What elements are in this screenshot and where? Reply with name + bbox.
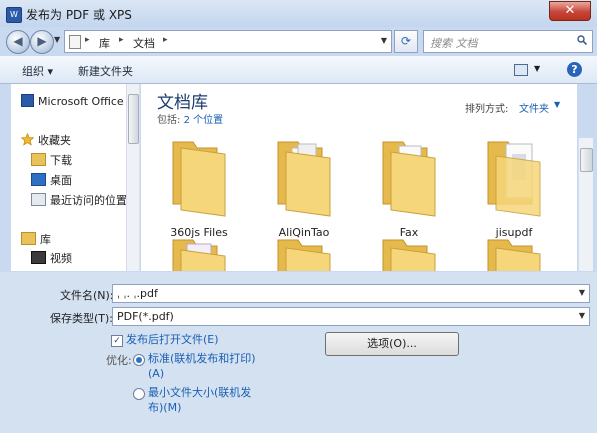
- library-title: 文档库: [157, 93, 208, 113]
- folder-item[interactable]: jisupdf: [474, 134, 554, 244]
- filename-input[interactable]: ˌ ˌ. ˌ.pdf ▼: [112, 284, 590, 303]
- nav-item-label: 最近访问的位置: [50, 194, 127, 207]
- address-row: ◀ ▶ ▼ ▸ 库 ▸ 文档 ▸ ▼ ⟳ 搜索 文档: [0, 27, 597, 55]
- save-dialog-window: W 发布为 PDF 或 XPS ✕ ◀ ▶ ▼ ▸ 库 ▸ 文档 ▸ ▼ ⟳ 搜…: [0, 0, 597, 433]
- search-placeholder: 搜索 文档: [430, 37, 478, 50]
- nav-item-desktop[interactable]: 桌面: [31, 172, 72, 188]
- new-folder-button[interactable]: 新建文件夹: [78, 63, 133, 79]
- nav-item-downloads[interactable]: 下载: [31, 152, 72, 168]
- folder-icon: [172, 141, 226, 217]
- filename-value: ˌ ˌ. ˌ.pdf: [117, 287, 158, 300]
- word-app-icon: W: [6, 7, 22, 23]
- open-after-publish-checkbox[interactable]: ✓: [111, 335, 123, 347]
- download-folder-icon: [31, 153, 46, 166]
- folder-item[interactable]: AliQinTao: [264, 134, 344, 244]
- refresh-button[interactable]: ⟳: [394, 30, 418, 53]
- desktop-icon: [31, 173, 46, 186]
- arrange-by-label: 排列方式:: [465, 104, 509, 115]
- star-icon: [20, 132, 35, 146]
- nav-item-office[interactable]: Microsoft Office W: [21, 94, 138, 108]
- breadcrumb-separator[interactable]: ▸: [85, 35, 90, 45]
- save-options-form: 文件名(N): ˌ ˌ. ˌ.pdf ▼ 保存类型(T): PDF(*.pdf)…: [0, 272, 597, 433]
- optimize-label: 优化:: [106, 354, 132, 367]
- nav-scroll-thumb[interactable]: [128, 94, 139, 144]
- folder-icon: [382, 239, 436, 271]
- nav-scrollbar[interactable]: [126, 84, 139, 271]
- organize-menu[interactable]: 组织 ▾: [22, 63, 53, 79]
- filetype-label: 保存类型(T):: [50, 312, 114, 325]
- recent-icon: [31, 193, 46, 206]
- standard-option-line1: 标准(联机发布和打印): [148, 352, 256, 365]
- video-icon: [31, 251, 46, 264]
- search-input[interactable]: 搜索 文档: [423, 30, 593, 53]
- nav-item-label: 桌面: [50, 174, 72, 187]
- minimum-size-option-line2: 布)(M): [148, 401, 182, 414]
- library-icon: [21, 232, 36, 245]
- nav-item-label: 视频: [50, 252, 72, 265]
- help-icon[interactable]: ?: [567, 62, 582, 77]
- back-button[interactable]: ◀: [6, 30, 30, 54]
- nav-item-label: 收藏夹: [38, 134, 71, 147]
- standard-option-line2: (A): [148, 367, 165, 380]
- nav-item-videos[interactable]: 视频: [31, 250, 72, 266]
- folder-item[interactable]: Fax: [369, 134, 449, 244]
- breadcrumb-documents[interactable]: 文档: [133, 35, 155, 51]
- folder-icon: [487, 141, 541, 217]
- file-list-pane: 文档库 包括: 2 个位置 排列方式: 文件夹 ▼ 360js Files Al…: [141, 84, 577, 271]
- folder-item[interactable]: [264, 234, 344, 271]
- filename-label: 文件名(N):: [60, 289, 114, 302]
- nav-item-label: 下载: [50, 154, 72, 167]
- breadcrumb-separator[interactable]: ▸: [163, 35, 168, 45]
- filetype-select[interactable]: PDF(*.pdf) ▼: [112, 307, 590, 326]
- folder-item[interactable]: [159, 234, 239, 271]
- folder-icon: [487, 239, 541, 271]
- word-icon: [21, 94, 34, 107]
- filename-dropdown[interactable]: ▼: [579, 288, 585, 297]
- minimum-size-option-line1: 最小文件大小(联机发: [148, 386, 252, 399]
- open-after-publish-label[interactable]: 发布后打开文件(E): [126, 332, 219, 347]
- includes-label: 包括:: [157, 115, 181, 126]
- folder-item[interactable]: 360js Files: [159, 134, 239, 244]
- filetype-value: PDF(*.pdf): [117, 310, 174, 323]
- view-dropdown[interactable]: ▼: [534, 64, 540, 73]
- library-includes: 包括: 2 个位置: [157, 111, 223, 126]
- breadcrumb-library[interactable]: 库: [99, 35, 110, 51]
- nav-item-label: Microsoft Office W: [38, 95, 139, 108]
- folder-icon: [382, 141, 436, 217]
- standard-radio[interactable]: [133, 354, 145, 366]
- options-button[interactable]: 选项(O)...: [325, 332, 459, 356]
- breadcrumb-separator[interactable]: ▸: [119, 35, 124, 45]
- address-dropdown[interactable]: ▼: [381, 36, 387, 45]
- minimum-size-radio[interactable]: [133, 388, 145, 400]
- navigation-pane: Microsoft Office W 收藏夹 下载 桌面 最近访问的位置 库 视…: [11, 84, 140, 271]
- nav-item-libraries[interactable]: 库: [21, 231, 51, 247]
- view-options-icon[interactable]: [514, 64, 528, 76]
- arrange-by-value[interactable]: 文件夹: [519, 100, 549, 115]
- standard-option-label[interactable]: 标准(联机发布和打印) (A): [148, 351, 256, 381]
- nav-item-label: 库: [40, 233, 51, 246]
- close-button[interactable]: ✕: [549, 1, 591, 21]
- folder-item[interactable]: [369, 234, 449, 271]
- folder-icon: [277, 141, 331, 217]
- folder-item[interactable]: [474, 234, 554, 271]
- command-toolbar: 组织 ▾ 新建文件夹 ▼ ?: [0, 56, 597, 84]
- content-scroll-thumb[interactable]: [580, 148, 593, 172]
- forward-button[interactable]: ▶: [30, 30, 54, 54]
- search-icon[interactable]: [577, 35, 587, 45]
- filetype-dropdown[interactable]: ▼: [579, 311, 585, 320]
- nav-item-favorites[interactable]: 收藏夹: [20, 132, 71, 148]
- includes-locations-link[interactable]: 2 个位置: [184, 115, 224, 126]
- arrange-by-dropdown[interactable]: ▼: [554, 100, 560, 109]
- library-folder-icon: [69, 35, 81, 49]
- title-bar: W 发布为 PDF 或 XPS ✕: [0, 0, 597, 27]
- history-dropdown[interactable]: ▼: [54, 35, 60, 44]
- minimum-size-option-label[interactable]: 最小文件大小(联机发 布)(M): [148, 385, 251, 415]
- content-scrollbar[interactable]: [578, 138, 593, 271]
- folder-icon: [277, 239, 331, 271]
- folder-icon: [172, 239, 226, 271]
- address-bar[interactable]: ▸ 库 ▸ 文档 ▸ ▼: [64, 30, 392, 53]
- nav-item-recent[interactable]: 最近访问的位置: [31, 192, 127, 208]
- window-title: 发布为 PDF 或 XPS: [26, 8, 132, 22]
